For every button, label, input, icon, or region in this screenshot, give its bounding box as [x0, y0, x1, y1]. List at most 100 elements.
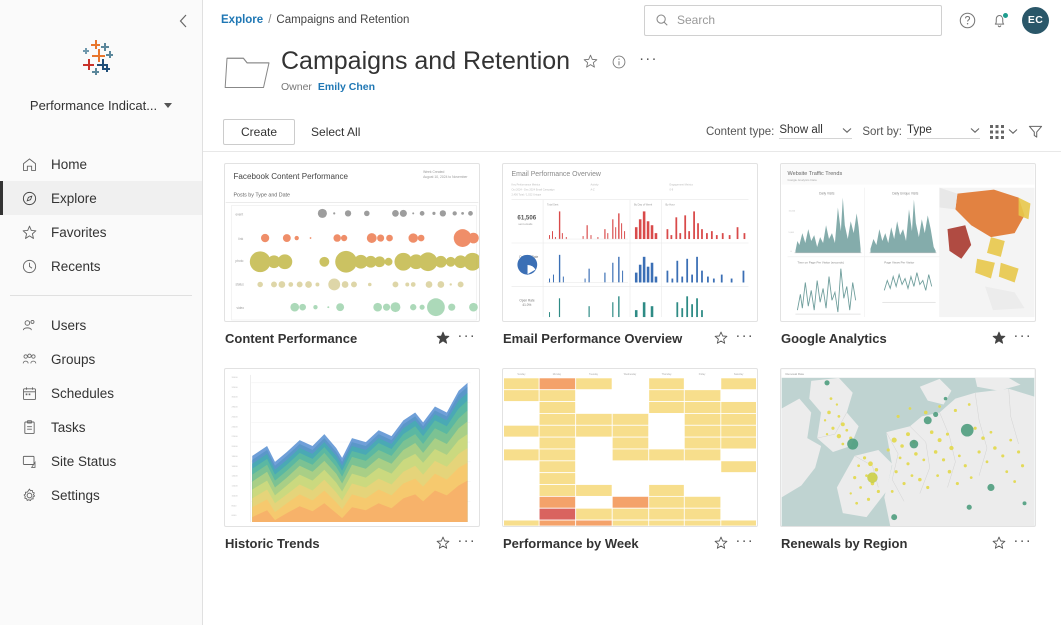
- card-thumbnail[interactable]: 350003200030000 280002600024000 22000200…: [224, 368, 480, 527]
- sidebar-item-explore[interactable]: Explore: [0, 181, 202, 215]
- site-selector[interactable]: Performance Indicat...: [0, 98, 202, 113]
- notifications-button[interactable]: [990, 11, 1009, 30]
- star-outline-icon: [713, 535, 729, 551]
- project-more-button[interactable]: ···: [639, 55, 658, 68]
- card-title[interactable]: Historic Trends: [225, 536, 429, 551]
- card-favorite-button[interactable]: [435, 535, 451, 551]
- card-favorite-button[interactable]: [713, 535, 729, 551]
- card-more-button[interactable]: ···: [457, 537, 476, 550]
- filter-button[interactable]: [1028, 124, 1043, 139]
- card-favorite-button[interactable]: [713, 330, 729, 346]
- breadcrumb-explore-link[interactable]: Explore: [221, 14, 263, 26]
- sidebar-item-schedules[interactable]: Schedules: [0, 376, 202, 410]
- help-button[interactable]: [958, 11, 977, 30]
- breadcrumb: Explore / Campaigns and Retention: [221, 14, 409, 26]
- sidebar-item-users[interactable]: Users: [0, 308, 202, 342]
- project-favorite-button[interactable]: [582, 53, 599, 70]
- card-title[interactable]: Performance by Week: [503, 536, 707, 551]
- svg-text:12000: 12000: [232, 486, 239, 488]
- chevron-down-icon: [970, 127, 980, 134]
- svg-text:14000: 14000: [232, 476, 239, 478]
- grid-view-button[interactable]: [990, 125, 1018, 139]
- owner-name-link[interactable]: Emily Chen: [318, 81, 375, 93]
- svg-text:event: event: [235, 212, 243, 216]
- svg-text:Monday: Monday: [553, 373, 562, 376]
- card-title[interactable]: Email Performance Overview: [503, 331, 707, 346]
- create-button[interactable]: Create: [223, 119, 295, 145]
- card-thumbnail[interactable]: Facebook Content Performance Week Create…: [224, 163, 480, 322]
- svg-text:5,000: 5,000: [789, 232, 795, 234]
- star-outline-icon: [991, 535, 1007, 551]
- sidebar-item-label: Recents: [51, 259, 101, 274]
- card-title[interactable]: Renewals by Region: [781, 536, 985, 551]
- sidebar-item-settings[interactable]: Settings: [0, 478, 202, 512]
- card-thumbnail[interactable]: SundayMondayTuesday WednesdayThursdayFri…: [502, 368, 758, 527]
- card-more-button[interactable]: ···: [735, 537, 754, 550]
- svg-text:26000: 26000: [232, 416, 239, 418]
- card-more-button[interactable]: ···: [1013, 332, 1032, 345]
- svg-text:Thursday: Thursday: [662, 373, 673, 376]
- star-icon: [21, 224, 38, 241]
- card-favorite-button[interactable]: [991, 330, 1007, 346]
- kpi-caption: sent emails: [518, 222, 533, 226]
- sidebar-nav: Home Explore Favorites Recents: [0, 147, 202, 512]
- svg-text:status: status: [235, 282, 244, 286]
- sidebar-item-label: Site Status: [51, 454, 116, 469]
- site-name-label: Performance Indicat...: [30, 98, 157, 113]
- bubble-chart-thumbnail: Facebook Content Performance Week Create…: [225, 164, 479, 321]
- svg-text:32000: 32000: [232, 387, 239, 389]
- filter-funnel-icon: [1028, 124, 1043, 139]
- sidebar-item-recents[interactable]: Recents: [0, 249, 202, 283]
- thumb-sub: Posts by Type and Date: [234, 193, 291, 199]
- card-more-button[interactable]: ···: [457, 332, 476, 345]
- panel-title-4: Page Views Per Visitor: [884, 261, 914, 265]
- breadcrumb-current: Campaigns and Retention: [276, 14, 409, 26]
- sidebar: Performance Indicat... Home Explore: [0, 0, 203, 625]
- search-input[interactable]: [677, 13, 931, 27]
- card-thumbnail[interactable]: Email Performance Overview Key Performan…: [502, 163, 758, 322]
- card-favorite-button[interactable]: [435, 330, 451, 346]
- project-info-button[interactable]: [611, 54, 627, 70]
- sidebar-item-groups[interactable]: Groups: [0, 342, 202, 376]
- kpi-value: 61,506: [517, 214, 536, 221]
- chevron-down-icon: [842, 127, 852, 134]
- sidebar-collapse-button[interactable]: [172, 10, 194, 32]
- clock-icon: [21, 258, 38, 275]
- svg-text:16000: 16000: [232, 466, 239, 468]
- search-box[interactable]: [644, 5, 942, 36]
- avatar[interactable]: EC: [1022, 7, 1049, 34]
- sort-by-select[interactable]: Type: [907, 124, 980, 139]
- sidebar-item-label: Favorites: [51, 225, 107, 240]
- sidebar-item-favorites[interactable]: Favorites: [0, 215, 202, 249]
- owner-label: Owner: [281, 81, 312, 93]
- content-type-select[interactable]: Show all: [779, 124, 852, 139]
- content-type-filter: Content type: Show all: [706, 124, 852, 139]
- svg-text:Oct 2024 - Dec 2024 Email Camp: Oct 2024 - Dec 2024 Email Campaign: [512, 188, 555, 192]
- svg-text:0-9: 0-9: [669, 188, 673, 192]
- card-favorite-button[interactable]: [991, 535, 1007, 551]
- chevron-down-icon: [1008, 128, 1018, 135]
- svg-text:28000: 28000: [232, 407, 239, 409]
- sidebar-item-home[interactable]: Home: [0, 147, 202, 181]
- groups-icon: [21, 351, 38, 368]
- svg-text:Friday: Friday: [699, 373, 706, 376]
- compass-icon: [21, 190, 38, 207]
- geo-map-thumbnail: Renewal Rate: [781, 369, 1035, 526]
- card-title[interactable]: Google Analytics: [781, 331, 985, 346]
- card-more-button[interactable]: ···: [1013, 537, 1032, 550]
- star-outline-icon: [713, 330, 729, 346]
- content-type-value: Show all: [779, 124, 822, 136]
- sidebar-item-label: Settings: [51, 488, 100, 503]
- card-more-button[interactable]: ···: [735, 332, 754, 345]
- select-all-button[interactable]: Select All: [311, 125, 360, 139]
- gear-icon: [21, 487, 38, 504]
- stacked-area-thumbnail: 350003200030000 280002600024000 22000200…: [225, 369, 479, 526]
- card-thumbnail[interactable]: Renewal Rate: [780, 368, 1036, 527]
- svg-text:Total Sent: Total Sent: [547, 202, 559, 206]
- sidebar-item-tasks[interactable]: Tasks: [0, 410, 202, 444]
- breadcrumb-separator: /: [268, 14, 271, 26]
- card-thumbnail[interactable]: Website Traffic Trends Google Analytics …: [780, 163, 1036, 322]
- card-title[interactable]: Content Performance: [225, 331, 429, 346]
- content-toolbar: Create Select All Content type: Show all…: [203, 112, 1061, 152]
- sidebar-item-site-status[interactable]: Site Status: [0, 444, 202, 478]
